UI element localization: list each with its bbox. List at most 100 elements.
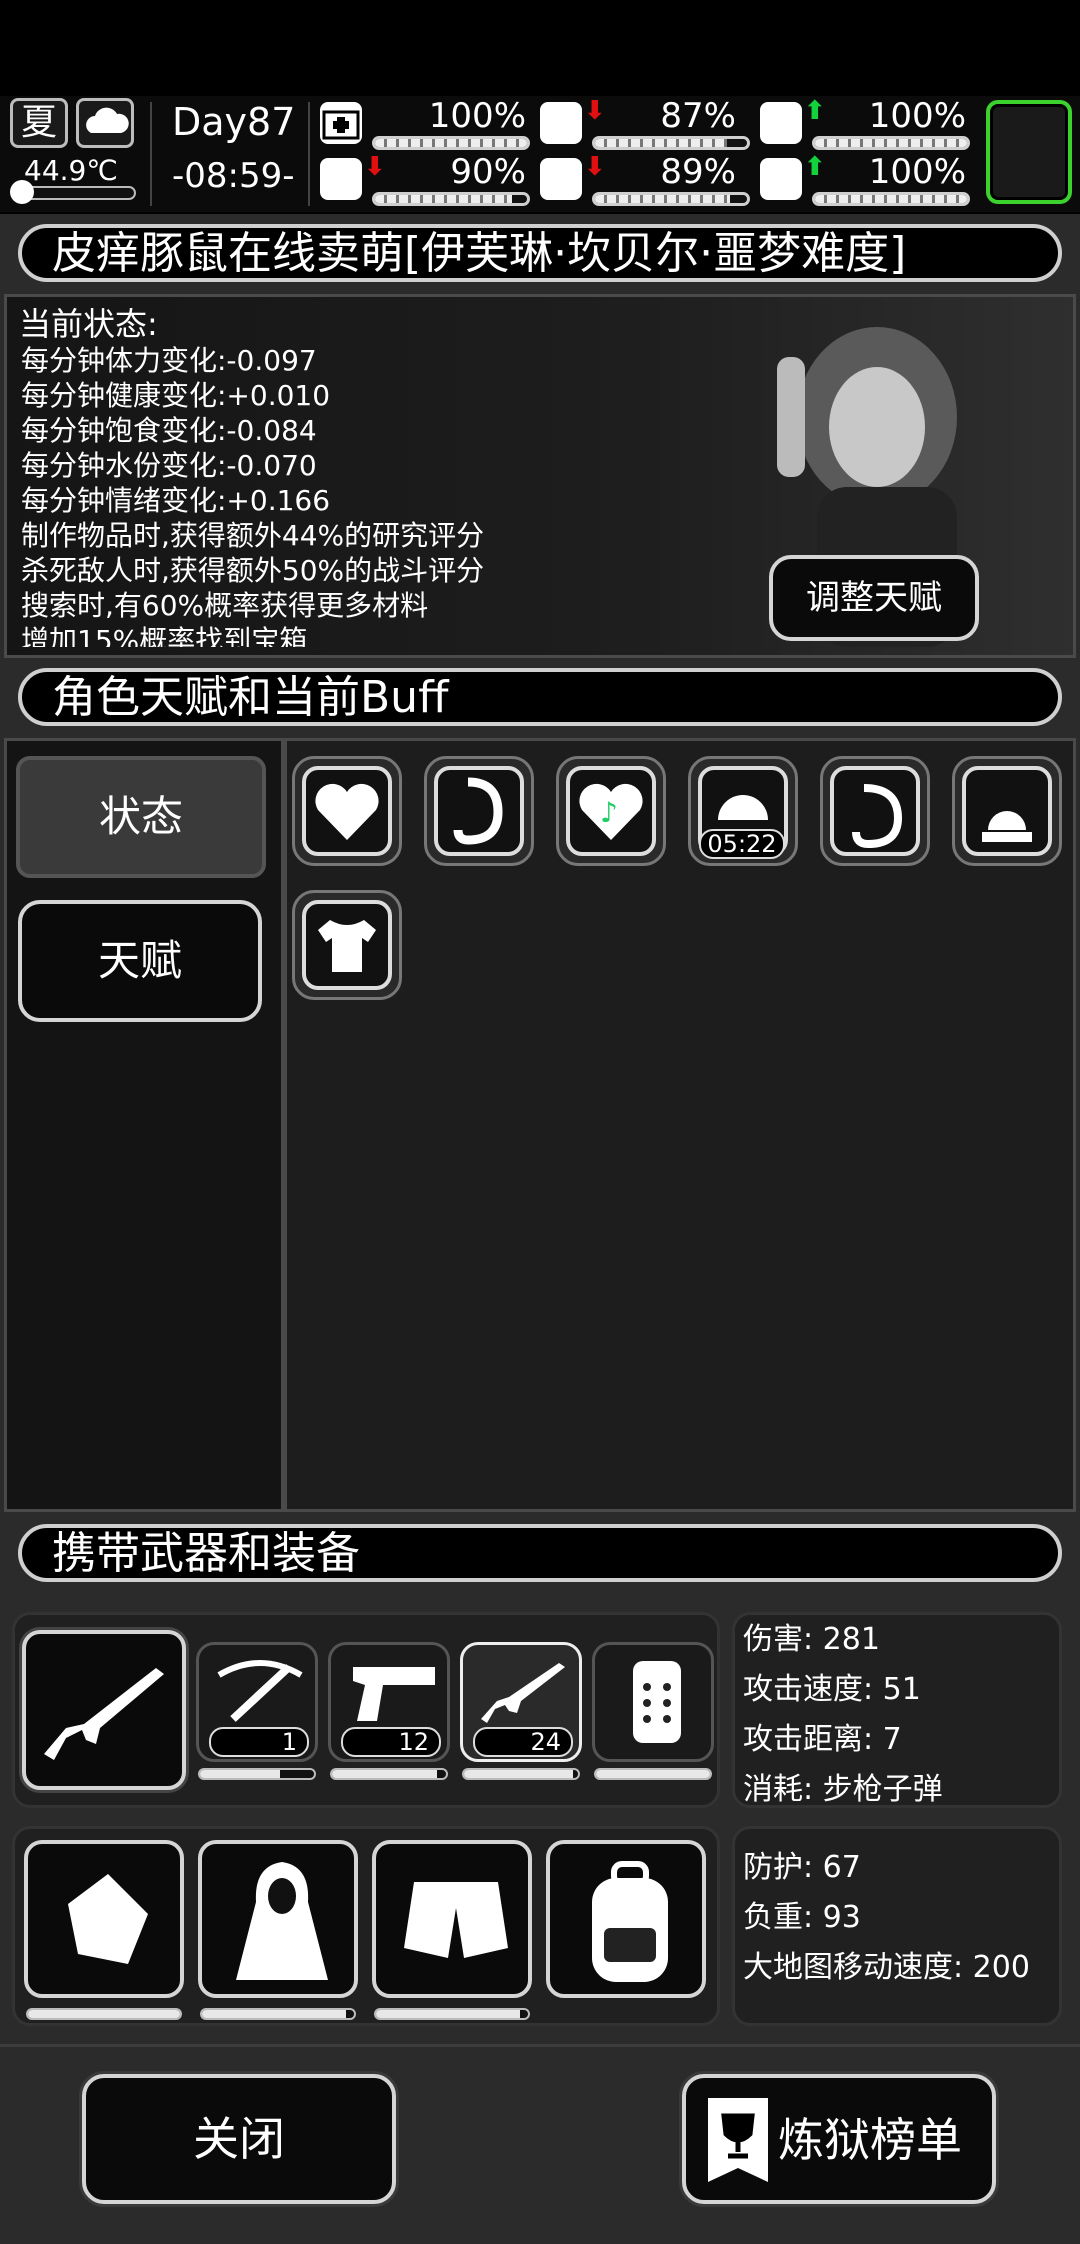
divider [308,102,310,206]
backpack-icon [578,1858,682,1988]
buff-title: 角色天赋和当前Buff [18,668,1062,726]
weather-cloud-icon [76,98,134,148]
weapon-durability-bar [462,1768,580,1780]
pill-icon [760,102,802,144]
quick-slot-button[interactable] [986,100,1072,204]
shirt-icon [302,900,392,990]
ammo-type-stat: 消耗: 步枪子弹 [743,1772,943,1807]
buff-tile[interactable]: 05:22 [688,756,798,866]
status-heading: 当前状态: [19,305,158,343]
durability-fill [28,2010,180,2018]
status-line: 搜索时,有60%概率获得更多材料 [21,589,429,622]
weapon-slot[interactable] [592,1642,714,1762]
character-status-panel: 当前状态: 每分钟体力变化:-0.097 每分钟健康变化:+0.010 每分钟饱… [4,294,1076,658]
status-list: 每分钟体力变化:-0.097 每分钟健康变化:+0.010 每分钟饱食变化:-0… [21,343,661,647]
status-line: 每分钟体力变化:-0.097 [21,344,317,377]
buff-timer: 05:22 [699,829,785,859]
weapon-count: 1 [209,1727,309,1757]
rifle-icon [475,1655,573,1725]
satiety-percent: 87% [660,96,736,136]
buff-tile[interactable] [820,756,930,866]
satiety-bar-fill [595,139,728,147]
tab-talent[interactable]: 天赋 [18,900,262,1022]
health-percent: 100% [428,96,526,136]
weapon-durability-bar [594,1768,712,1780]
top-status-bar: 夏 44.9℃ Day87 -08:59- 100% ⬇ 87% ⬆ 100% … [0,96,1080,212]
attack-speed-stat: 攻击速度: 51 [743,1672,921,1707]
mood-percent: 100% [868,152,966,192]
tab-status[interactable]: 状态 [16,756,266,878]
divider [150,102,152,206]
equipment-title: 携带武器和装备 [18,1524,1062,1582]
water-bar [592,192,750,206]
gloves-slot[interactable] [24,1840,184,1998]
weapon-count: 12 [341,1727,441,1757]
mood-bar [812,192,970,206]
pistol-icon [343,1659,441,1725]
character-title: 皮痒豚鼠在线卖萌[伊芙琳·坎贝尔·噩梦难度] [18,224,1062,282]
music-heart-icon: ♪ [566,766,656,856]
weapon-slot[interactable]: 1 [196,1642,318,1762]
weapon-slot[interactable]: 12 [328,1642,450,1762]
stomach-icon [540,102,582,144]
ranking-button[interactable]: 炼狱榜单 [682,2074,996,2204]
medkit-icon [320,102,362,144]
status-line: 每分钟水份变化:-0.070 [21,449,317,482]
water-percent: 89% [660,152,736,192]
day-label: Day87 [172,100,296,144]
stamina-down-arrow-icon: ⬇ [364,152,386,182]
close-button[interactable]: 关闭 [82,2074,396,2204]
armor-plate-icon [631,1659,683,1745]
heart-mood-icon [760,158,802,200]
stomach-up-icon [434,766,524,856]
svg-text:♪: ♪ [600,796,618,829]
durability-fill [200,1770,280,1778]
status-line: 每分钟健康变化:+0.010 [21,379,331,412]
buff-tile[interactable]: ♪ [556,756,666,866]
time-label: -08:59- [172,156,295,196]
satiety-bar [592,136,750,150]
cloak-slot[interactable] [198,1840,358,1998]
alarm-light-icon [962,766,1052,856]
status-line: 每分钟情绪变化:+0.166 [21,484,331,517]
damage-stat: 伤害: 281 [743,1622,880,1657]
durability-fill [202,2010,347,2018]
status-line: 每分钟饱食变化:-0.084 [21,414,317,447]
buff-tile[interactable] [952,756,1062,866]
gear-durability-bar [200,2008,356,2020]
durability-fill [332,1770,437,1778]
stamina-bar-fill [375,195,512,203]
buff-tile[interactable] [292,756,402,866]
thermometer-bulb-icon [10,180,34,204]
pants-icon [394,1868,518,1978]
mood-up-arrow-icon: ⬆ [804,152,826,182]
season-badge: 夏 [10,98,68,148]
immunity-bar-fill [815,139,967,147]
status-line: 制作物品时,获得额外44%的研究评分 [21,519,485,552]
buff-tile[interactable] [292,890,402,1000]
cloak-icon [226,1856,338,1986]
buff-tile[interactable] [424,756,534,866]
gear-stats-panel: 防护: 67 负重: 93 大地图移动速度: 200 [732,1826,1062,2026]
status-line: 增加15%概率找到宝箱 [21,624,308,647]
stamina-percent: 90% [450,152,526,192]
pants-slot[interactable] [372,1840,532,1998]
heart-stomach-icon [830,766,920,856]
map-speed-stat: 大地图移动速度: 200 [743,1950,1030,1985]
immunity-up-arrow-icon: ⬆ [804,96,826,126]
adjust-talent-button[interactable]: 调整天赋 [769,555,979,641]
attack-range-stat: 攻击距离: 7 [743,1722,902,1757]
water-bar-fill [595,195,731,203]
equipped-rifle-slot[interactable] [22,1630,186,1790]
durability-fill [464,1770,574,1778]
heart-icon [302,766,392,856]
immunity-percent: 100% [868,96,966,136]
weapon-durability-bar [330,1768,448,1780]
weapon-slot-selected[interactable]: 24 [460,1642,582,1762]
durability-fill [596,1770,710,1778]
temperature-readout: 44.9℃ [24,154,118,187]
health-bar-fill [375,139,527,147]
status-line: 杀死敌人时,获得额外50%的战斗评分 [21,554,485,587]
backpack-slot[interactable] [546,1840,706,1998]
weapon-stats-panel: 伤害: 281 攻击速度: 51 攻击距离: 7 消耗: 步枪子弹 [732,1612,1062,1808]
